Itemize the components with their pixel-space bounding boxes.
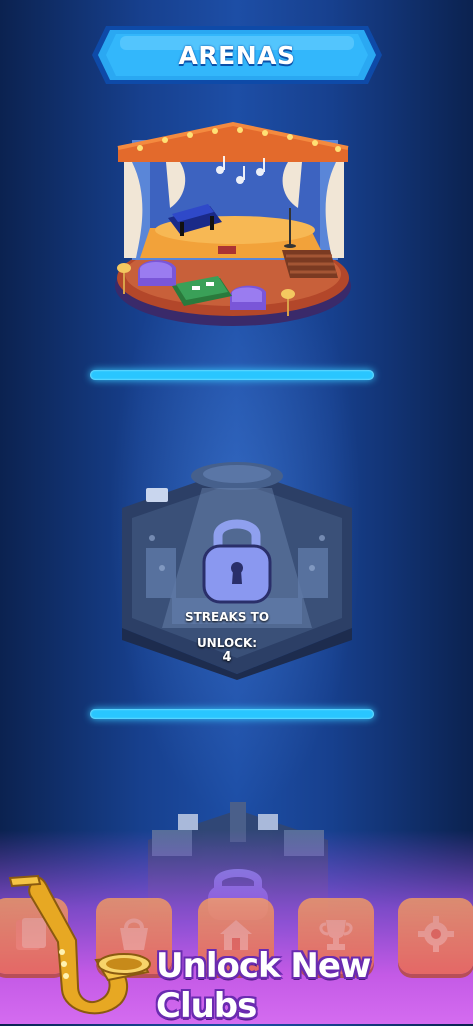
unlock-label-line1: STREAKS TO — [184, 610, 270, 624]
page-title: ARENAS — [178, 40, 296, 70]
unlock-streak-value: 4 — [222, 650, 232, 665]
promo-unlock-clubs: Unlock New Clubs — [156, 946, 371, 1026]
arenas-banner: ARENAS — [92, 22, 382, 88]
music-stage-arena[interactable] — [110, 118, 356, 338]
arena-progress-bar-1 — [90, 370, 374, 380]
saxophone-icon — [8, 874, 151, 1015]
arena-progress-bar-2 — [90, 709, 374, 719]
unlock-label-line2: UNLOCK: — [196, 636, 258, 650]
